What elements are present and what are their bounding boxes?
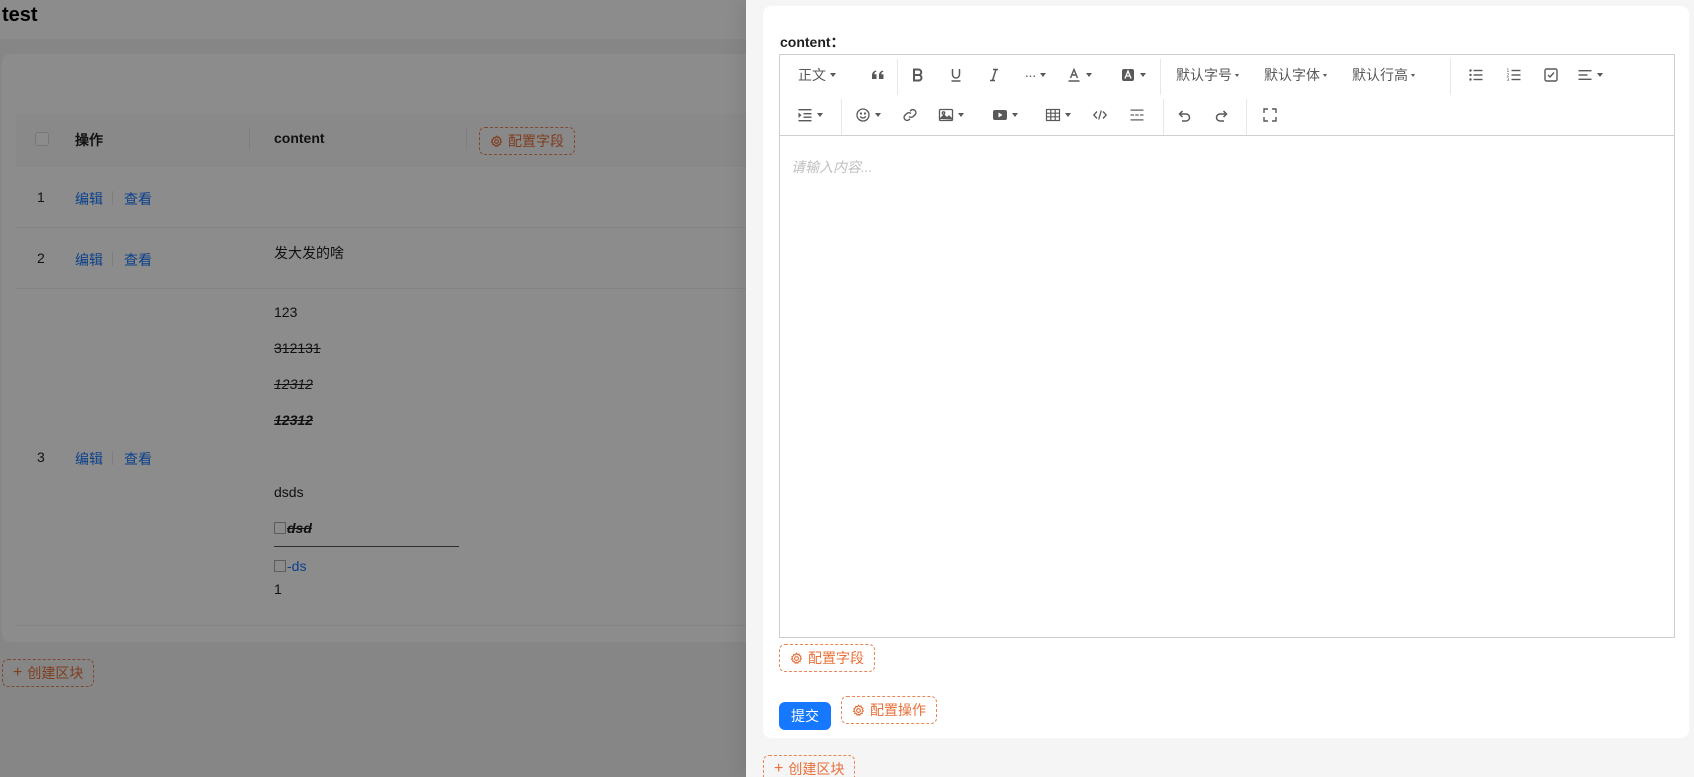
link-button[interactable] xyxy=(897,103,923,127)
chevron-down-icon xyxy=(1086,73,1092,77)
chevron-down-icon xyxy=(1012,113,1018,117)
line-height-select[interactable]: 默认行高 xyxy=(1352,63,1415,87)
font-size-label: 默认字号 xyxy=(1176,67,1232,83)
configure-actions-button[interactable]: 配置操作 xyxy=(841,696,937,724)
table-icon xyxy=(1045,108,1061,122)
configure-fields-label: 配置字段 xyxy=(808,650,864,666)
chevron-down-icon xyxy=(817,113,823,117)
font-size-select[interactable]: 默认字号 xyxy=(1176,63,1239,87)
form-card: content： 正文 ··· 默认字号 默认字体 默认行高 1 2 3 请输入… xyxy=(763,6,1689,738)
align-button[interactable] xyxy=(1575,63,1605,87)
chevron-down-icon xyxy=(1065,113,1071,117)
toolbar-row-1: 正文 ··· 默认字号 默认字体 默认行高 1 2 3 xyxy=(780,55,1674,95)
image-icon xyxy=(938,108,954,122)
todo-icon xyxy=(1544,68,1558,82)
gear-icon xyxy=(790,651,803,664)
emoji-button[interactable] xyxy=(853,103,883,127)
indent-icon xyxy=(798,109,812,122)
edit-drawer: content： 正文 ··· 默认字号 默认字体 默认行高 1 2 3 请输入… xyxy=(746,0,1694,777)
table-button[interactable] xyxy=(1043,103,1073,127)
quote-button[interactable] xyxy=(865,63,891,87)
line-height-label: 默认行高 xyxy=(1352,67,1408,83)
numbered-list-button[interactable]: 123 xyxy=(1501,63,1527,87)
field-label: content： xyxy=(780,34,845,50)
todo-button[interactable] xyxy=(1538,63,1564,87)
italic-button[interactable] xyxy=(981,63,1007,87)
drawer-create-block-label: 创建区块 xyxy=(788,761,845,777)
rich-text-editor: 正文 ··· 默认字号 默认字体 默认行高 1 2 3 请输入内容... xyxy=(779,54,1675,638)
quote-icon xyxy=(872,70,884,79)
toolbar-divider xyxy=(897,59,898,95)
redo-button[interactable] xyxy=(1209,103,1235,127)
toolbar-divider xyxy=(1160,59,1161,95)
underline-button[interactable] xyxy=(943,63,969,87)
drawer-create-block-button[interactable]: + 创建区块 xyxy=(763,755,856,777)
drawer-mask[interactable] xyxy=(0,0,746,777)
fullscreen-icon xyxy=(1263,108,1277,122)
paragraph-select[interactable]: 正文 xyxy=(798,63,836,87)
chevron-down-icon xyxy=(1140,73,1146,77)
toolbar-divider xyxy=(1246,99,1247,135)
video-icon xyxy=(993,110,1007,120)
undo-icon xyxy=(1178,110,1191,122)
bulleted-list-icon xyxy=(1469,69,1483,81)
bulleted-list-button[interactable] xyxy=(1463,63,1489,87)
toolbar-divider xyxy=(1163,99,1164,135)
more-icon: ··· xyxy=(1024,67,1037,83)
paragraph-label: 正文 xyxy=(798,67,826,83)
gear-icon xyxy=(852,703,865,716)
toolbar-row-2 xyxy=(780,95,1674,135)
align-icon xyxy=(1578,70,1592,80)
chevron-down-icon xyxy=(830,73,836,77)
chevron-down-icon xyxy=(958,113,964,117)
editor-placeholder[interactable]: 请输入内容... xyxy=(791,157,873,177)
font-color-button[interactable] xyxy=(1064,63,1094,87)
background-color-button[interactable] xyxy=(1118,63,1148,87)
chevron-down-icon xyxy=(1235,73,1239,77)
link-icon xyxy=(903,108,917,122)
underline-icon xyxy=(951,69,961,82)
chevron-down-icon xyxy=(1597,73,1603,77)
svg-text:3: 3 xyxy=(1507,77,1510,83)
configure-fields-button[interactable]: 配置字段 xyxy=(779,644,875,672)
font-family-label: 默认字体 xyxy=(1264,67,1320,83)
chevron-down-icon xyxy=(875,113,881,117)
bold-icon xyxy=(913,68,923,82)
italic-icon xyxy=(990,68,998,82)
toolbar-divider xyxy=(841,99,842,135)
indent-button[interactable] xyxy=(795,103,825,127)
chevron-down-icon xyxy=(1411,73,1415,77)
bold-button[interactable] xyxy=(905,63,931,87)
plus-icon: + xyxy=(774,760,784,777)
code-button[interactable] xyxy=(1087,103,1113,127)
image-button[interactable] xyxy=(936,103,966,127)
divider-icon xyxy=(1130,109,1144,121)
numbered-list-icon: 123 xyxy=(1507,68,1521,83)
fullscreen-button[interactable] xyxy=(1257,103,1283,127)
code-icon xyxy=(1092,110,1108,120)
more-formats-button[interactable]: ··· xyxy=(1020,63,1050,87)
configure-actions-label: 配置操作 xyxy=(870,702,926,718)
chevron-down-icon xyxy=(1323,73,1327,77)
chevron-down-icon xyxy=(1039,73,1046,77)
toolbar-divider xyxy=(1450,59,1451,95)
undo-button[interactable] xyxy=(1171,103,1197,127)
editor-toolbar: 正文 ··· 默认字号 默认字体 默认行高 1 2 3 xyxy=(780,55,1674,136)
emoji-icon xyxy=(856,108,870,122)
font-color-icon xyxy=(1068,67,1080,82)
divider-button[interactable] xyxy=(1124,103,1150,127)
submit-button[interactable]: 提交 xyxy=(779,702,831,730)
font-family-select[interactable]: 默认字体 xyxy=(1264,63,1327,87)
redo-icon xyxy=(1215,110,1228,122)
video-button[interactable] xyxy=(990,103,1020,127)
background-color-icon xyxy=(1122,69,1134,81)
